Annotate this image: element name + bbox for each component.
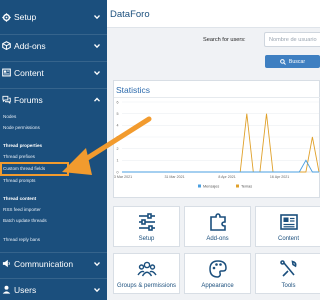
sidebar-item-thread-prefixes[interactable]: Thread prefixes (3, 154, 35, 160)
board-title[interactable]: DataForo (110, 9, 150, 20)
sidebar-section-add-ons[interactable]: Add-ons (0, 34, 107, 56)
cube-icon (2, 41, 11, 50)
sidebar-section-label: Content (14, 67, 44, 78)
statistics-title: Statistics (116, 85, 151, 95)
tile-setup[interactable]: Setup (113, 206, 180, 247)
sidebar-group-thread-content: Thread content (3, 196, 37, 201)
legend-swatch (198, 184, 201, 188)
sidebar-section-users[interactable]: Users (0, 278, 107, 300)
legend-label: Temas (241, 184, 252, 188)
y-tick-label: 0 (117, 170, 119, 174)
legend-swatch (236, 184, 239, 188)
y-tick-label: 3 (117, 135, 119, 139)
sidebar-section-label: Setup (14, 12, 37, 22)
legend-label: Mensajes (203, 184, 219, 188)
sidebar-section-communication[interactable]: Communication (0, 252, 107, 274)
sidebar-item-thread-prompts[interactable]: Thread prompts (3, 178, 35, 184)
tile-label: Setup (138, 236, 155, 242)
chevron-up-icon (94, 97, 100, 102)
y-tick-label: 1 (117, 159, 119, 163)
series-line-temas (122, 113, 320, 173)
tile-appearance[interactable]: Appearance (184, 253, 251, 294)
sidebar-section-label: Forums (14, 94, 43, 105)
sidebar-item-rss-feed-importer[interactable]: RSS feed importer (3, 207, 41, 213)
y-tick-label: 6 (117, 100, 119, 104)
x-tick-label: 23 Mar 2021 (114, 175, 132, 179)
sidebar-section-label: Add-ons (14, 40, 46, 51)
chevron-down-icon (94, 43, 100, 48)
x-tick-label: 16 Apr 2021 (270, 175, 289, 179)
sidebar: Setup Add-ons Content Forums Nodes Node … (0, 0, 107, 300)
user-icon (2, 285, 11, 294)
top-bar: DataForo (107, 0, 320, 28)
palette-icon (208, 259, 228, 279)
tile-label: Content (277, 236, 299, 242)
sidebar-section-label: Communication (14, 258, 74, 269)
search-input[interactable] (264, 32, 320, 47)
tile-label: Appearance (201, 283, 234, 289)
y-tick-label: 4 (117, 124, 119, 128)
series-line-mensajes (122, 159, 319, 173)
tile-label: Groups & permissions (116, 283, 177, 289)
puzzle-icon (208, 212, 228, 232)
tile-label: Add-ons (206, 236, 229, 242)
sidebar-group-thread-properties: Thread properties (3, 143, 43, 148)
gear-icon (2, 12, 11, 22)
chevron-down-icon (94, 287, 100, 292)
statistics-panel: Statistics 0 1 2 3 4 5 6 23 Mar 2021 31 Mar 2021… (113, 80, 320, 198)
comments-icon (2, 95, 11, 104)
sidebar-section-content[interactable]: Content (0, 61, 107, 83)
search-label: Search for users: (203, 37, 246, 43)
chevron-down-icon (94, 15, 100, 20)
sidebar-section-label: Users (14, 284, 37, 295)
highlight-box (0, 162, 69, 176)
x-tick-label: 8 Apr 2021 (218, 175, 235, 179)
sidebar-item-batch-update-threads[interactable]: Batch update threads (3, 218, 47, 224)
search-button[interactable]: Buscar (265, 55, 320, 68)
sidebar-section-setup[interactable]: Setup (0, 6, 107, 28)
sliders-icon (137, 212, 157, 232)
sidebar-section-forums[interactable]: Forums (0, 88, 107, 110)
broadcast-icon (2, 259, 11, 268)
sidebar-item-node-permissions[interactable]: Node permissions (3, 125, 40, 131)
sidebar-item-nodes[interactable]: Nodes (3, 114, 16, 120)
tile-content[interactable]: Content (255, 206, 320, 247)
statistics-chart: 0 1 2 3 4 5 6 23 Mar 2021 31 Mar 2021 8 Apr 2021 1… (114, 100, 320, 188)
y-tick-label: 5 (117, 112, 119, 116)
search-icon (280, 58, 286, 65)
chevron-down-icon (94, 70, 100, 75)
groups-icon (136, 259, 157, 279)
tile-add-ons[interactable]: Add-ons (184, 206, 251, 247)
tile-label: Tools (281, 283, 296, 289)
tile-groups-permissions[interactable]: Groups & permissions (113, 253, 180, 294)
search-button-label: Buscar (288, 58, 306, 65)
sidebar-item-thread-reply-bans[interactable]: Thread reply bans (3, 237, 40, 243)
tile-tools[interactable]: Tools (255, 253, 320, 294)
content-icon (279, 212, 299, 232)
tools-icon (279, 259, 299, 279)
chevron-down-icon (94, 261, 100, 266)
content-icon (2, 68, 11, 77)
x-tick-label: 31 Mar 2021 (164, 175, 184, 179)
y-tick-label: 2 (117, 147, 119, 151)
